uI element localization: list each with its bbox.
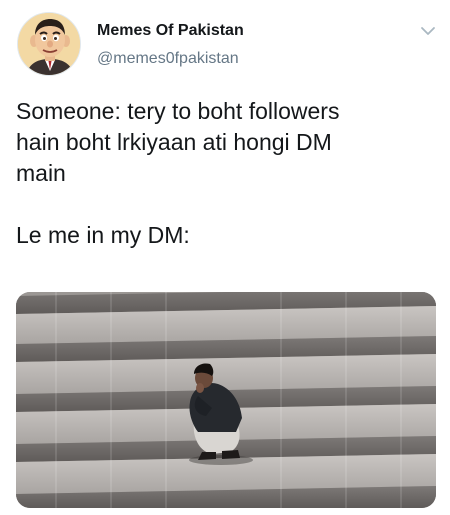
author-handle[interactable]: @memes0fpakistan: [97, 49, 244, 69]
man-crouching-on-steps-photo-icon: [16, 292, 436, 508]
chevron-down-icon[interactable]: [419, 22, 437, 40]
author-info: Memes Of Pakistan @memes0fpakistan: [97, 21, 244, 69]
tweet-text-paragraph: Le me in my DM:: [16, 222, 190, 248]
tweet-text: Someone: tery to boht followers hain boh…: [16, 96, 436, 251]
tweet-text-paragraph: Someone: tery to boht followers hain boh…: [16, 98, 340, 186]
author-display-name[interactable]: Memes Of Pakistan: [97, 21, 244, 41]
tweet-photo[interactable]: [16, 292, 436, 508]
tweet-card: Memes Of Pakistan @memes0fpakistan Someo…: [0, 0, 450, 515]
tweet-header: Memes Of Pakistan @memes0fpakistan: [17, 12, 437, 80]
avatar[interactable]: [17, 12, 81, 76]
cartoon-man-avatar-icon: [18, 13, 80, 75]
